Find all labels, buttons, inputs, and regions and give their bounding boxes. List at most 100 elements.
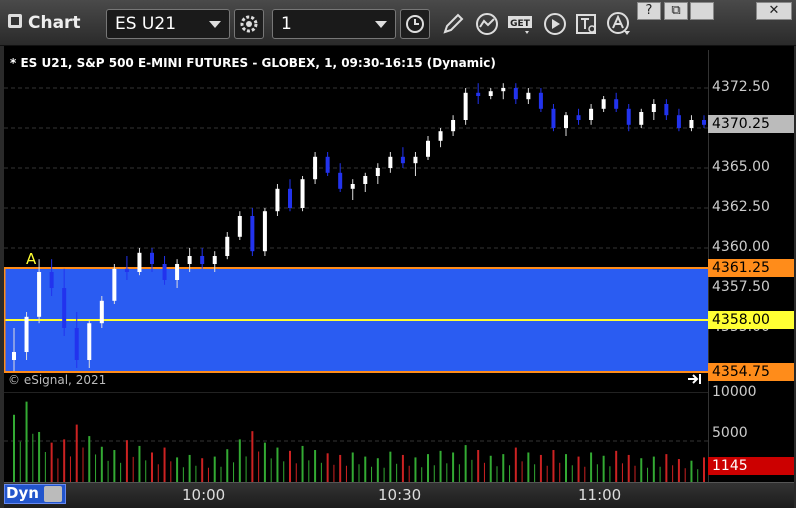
candle-body — [501, 88, 506, 92]
replay-button[interactable] — [540, 9, 570, 39]
candle-body — [237, 216, 242, 237]
candle-body — [175, 264, 180, 280]
volume-last-label: 1145 — [708, 457, 794, 475]
candle-body — [363, 176, 368, 184]
candle-body — [288, 188, 292, 208]
symbol-selector[interactable]: ES U21 — [106, 9, 230, 39]
candle-body — [212, 256, 217, 264]
candle-body — [262, 211, 267, 252]
price-tick-label: 4365.00 — [712, 159, 770, 175]
candle-body — [162, 264, 167, 280]
gear-icon — [240, 15, 258, 33]
restore-button[interactable]: ⧉ — [664, 2, 688, 20]
candle-body — [250, 216, 255, 252]
get-label: GET — [510, 19, 531, 29]
candle-body — [438, 131, 443, 141]
text-tool-button[interactable] — [572, 9, 602, 39]
mid-line-label: 4358.00 — [708, 311, 794, 329]
candle-body — [601, 99, 606, 109]
lower-line-label: 4354.75 — [708, 363, 794, 381]
get-data-button[interactable]: GET — [506, 9, 536, 39]
candle-body — [426, 140, 430, 157]
app-logo-icon — [8, 14, 22, 28]
candle-body — [513, 88, 518, 100]
price-chart: A — [2, 83, 708, 373]
candle-body — [451, 120, 456, 132]
candle-body — [639, 112, 644, 125]
candle-body — [338, 172, 343, 189]
candle-body — [576, 115, 581, 120]
price-tick-label: 4362.50 — [712, 199, 770, 215]
candle-body — [689, 120, 694, 128]
candle-body — [350, 184, 355, 189]
interval-selector[interactable]: 1 — [272, 9, 396, 39]
candle-body — [49, 272, 54, 288]
candle-body — [300, 179, 305, 208]
candle-body — [74, 328, 79, 360]
studies-button[interactable] — [472, 9, 502, 39]
candle-body — [124, 268, 129, 272]
candle-body — [187, 256, 192, 264]
candle-body — [24, 316, 29, 352]
time-label-1100: 11:00 — [578, 486, 622, 504]
volume-chart — [4, 391, 708, 482]
candle-body — [589, 108, 594, 120]
candle-body — [275, 188, 280, 212]
upper-line-label: 4361.25 — [708, 259, 794, 277]
unused-window-button[interactable] — [690, 2, 714, 20]
get-icon: GET — [508, 16, 532, 34]
marker-a-label: A — [26, 250, 37, 268]
volume-pane[interactable] — [4, 391, 708, 482]
window-title: Chart — [28, 13, 81, 33]
candle-body — [87, 323, 92, 360]
play-icon — [544, 13, 566, 35]
time-label-1000: 10:00 — [182, 486, 226, 504]
esignal-watermark: © eSignal, 2021 — [8, 373, 107, 387]
pencil-icon — [443, 13, 464, 34]
candle-body — [200, 256, 205, 264]
candle-body — [564, 115, 568, 128]
candle-body — [325, 156, 330, 173]
candle-body — [538, 92, 543, 109]
chart-title: * ES U21, S&P 500 E-MINI FUTURES - GLOBE… — [10, 56, 496, 70]
candle-body — [62, 288, 67, 328]
draw-tools-button[interactable] — [438, 9, 468, 39]
candle-body — [150, 252, 154, 264]
price-chart-pane[interactable]: A — [2, 50, 708, 388]
candle-body — [37, 272, 42, 317]
candle-body — [112, 268, 117, 301]
volume-tick-5000: 5000 — [712, 425, 748, 441]
close-button[interactable]: ✕ — [756, 2, 792, 20]
volume-tick-10000: 10000 — [712, 384, 757, 400]
candle-body — [375, 168, 380, 176]
alerts-button[interactable] — [604, 9, 634, 39]
candle-body — [463, 92, 468, 120]
symbol-value: ES U21 — [115, 14, 177, 34]
alert-icon — [607, 12, 630, 35]
chevron-down-icon — [209, 21, 221, 28]
chevron-down-icon — [375, 21, 387, 28]
settings-button[interactable] — [234, 9, 264, 39]
time-template-button[interactable] — [400, 9, 430, 39]
candle-body — [400, 156, 405, 164]
clock-icon — [406, 15, 424, 33]
price-tick-label: 4357.50 — [712, 279, 770, 295]
help-button[interactable]: ? — [637, 2, 661, 20]
candle-body — [137, 252, 142, 272]
candle-body — [388, 156, 393, 168]
candle-body — [488, 91, 493, 96]
lock-icon[interactable] — [44, 486, 62, 502]
candle-body — [551, 108, 556, 128]
interval-value: 1 — [281, 14, 292, 34]
last-price-label: 4370.25 — [708, 115, 794, 133]
text-icon — [576, 14, 596, 34]
candle-body — [526, 92, 531, 100]
scroll-to-end-icon[interactable] — [686, 372, 704, 386]
candle-body — [12, 352, 16, 360]
candle-body — [99, 300, 104, 324]
candle-body — [476, 92, 481, 96]
candle-body — [614, 99, 619, 109]
study-icon — [476, 13, 498, 35]
candle-body — [225, 236, 230, 256]
candle-body — [702, 120, 706, 125]
